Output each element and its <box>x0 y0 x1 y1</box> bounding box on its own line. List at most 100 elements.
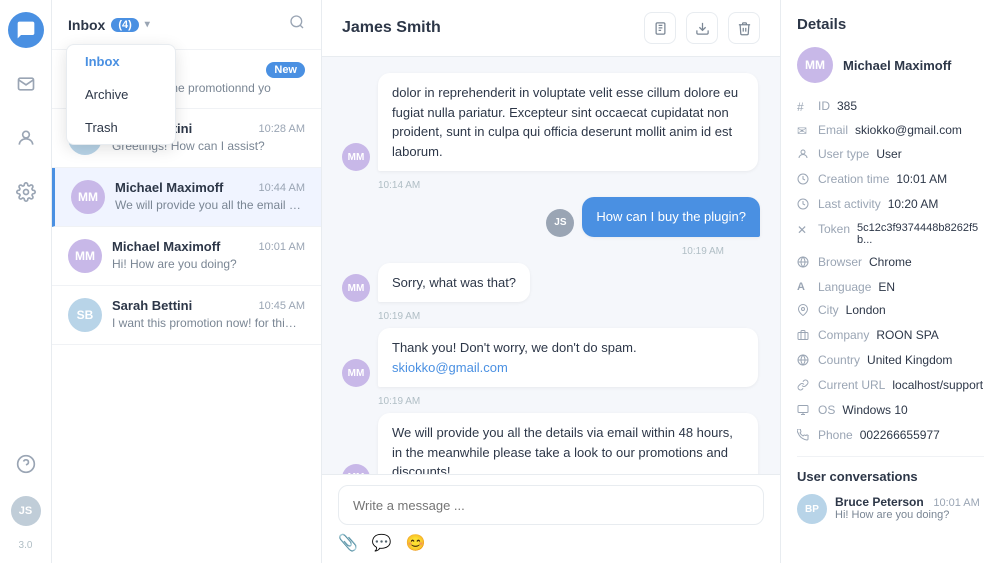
detail-label: Current URL <box>818 378 885 392</box>
message-row: MM Sorry, what was that? <box>342 263 760 303</box>
detail-label: OS <box>818 403 835 417</box>
nav-settings[interactable] <box>8 174 44 210</box>
detail-value: localhost/support <box>892 378 983 392</box>
detail-value: EN <box>878 280 895 294</box>
nav-bottom: JS 3.0 <box>8 446 44 551</box>
detail-label: Language <box>818 280 871 294</box>
detail-value: London <box>846 303 886 317</box>
detail-value: User <box>876 147 901 161</box>
email-link[interactable]: skiokko@gmail.com <box>392 360 508 375</box>
message-time: 10:14 AM <box>378 180 760 191</box>
conv-item-michael1[interactable]: MM Michael Maximoff 10:44 AM We will pro… <box>52 168 321 227</box>
id-icon: # <box>797 100 811 114</box>
message-bubble: How can I buy the plugin? <box>582 197 760 237</box>
nav-contacts[interactable] <box>8 120 44 156</box>
detail-value: 385 <box>837 99 857 113</box>
location-icon <box>797 304 811 319</box>
detail-row-url: Current URL localhost/support <box>797 378 984 394</box>
clock-icon <box>797 173 811 188</box>
conv-body: Sarah Bettini 10:45 AM I want this promo… <box>112 298 305 330</box>
detail-value: skiokko@gmail.com <box>855 123 962 137</box>
detail-label: Last activity <box>818 197 881 211</box>
detail-row-browser: Browser Chrome <box>797 255 984 271</box>
detail-label: Creation time <box>818 172 889 186</box>
user-type-icon <box>797 148 811 163</box>
dropdown-item-inbox[interactable]: Inbox <box>67 45 175 78</box>
message-avatar: MM <box>342 359 370 387</box>
detail-value: 10:20 AM <box>888 197 939 211</box>
conv-time: 10:28 AM <box>259 123 305 135</box>
details-title: Details <box>797 16 984 33</box>
detail-value: 10:01 AM <box>896 172 947 186</box>
detail-row-country: Country United Kingdom <box>797 353 984 369</box>
detail-label: Phone <box>818 428 853 442</box>
emoji-icon[interactable]: 😊 <box>406 533 426 553</box>
chat-title: James Smith <box>342 19 441 37</box>
nav-inbox[interactable] <box>8 66 44 102</box>
emoji-chat-icon[interactable]: 💬 <box>372 533 392 553</box>
version-label: 3.0 <box>19 540 33 551</box>
download-button[interactable] <box>686 12 718 44</box>
message-row: How can I buy the plugin? JS <box>342 197 760 237</box>
conv-body: Michael Maximoff 10:44 AM We will provid… <box>115 180 305 212</box>
user-avatar[interactable]: JS <box>11 496 41 526</box>
token-icon: ✕ <box>797 223 811 237</box>
chat-header: James Smith <box>322 0 780 57</box>
dropdown-item-archive[interactable]: Archive <box>67 78 175 111</box>
input-icons: 📎 💬 😊 <box>338 533 764 553</box>
message-input[interactable] <box>338 485 764 525</box>
phone-icon <box>797 429 811 444</box>
os-icon <box>797 404 811 419</box>
user-conv-item[interactable]: BP Bruce Peterson 10:01 AM Hi! How are y… <box>797 494 984 524</box>
attachment-icon[interactable]: 📎 <box>338 533 358 553</box>
detail-row-city: City London <box>797 303 984 319</box>
detail-row-language: A Language EN <box>797 280 984 294</box>
user-conv-avatar: BP <box>797 494 827 524</box>
detail-value: Windows 10 <box>842 403 907 417</box>
detail-row-token: ✕ Token 5c12c3f9374448b8262f5b... <box>797 222 984 246</box>
detail-label: Country <box>818 353 860 367</box>
detail-row-company: Company ROON SPA <box>797 328 984 344</box>
message-bubble: We will provide you all the details via … <box>378 413 758 474</box>
dropdown-item-trash[interactable]: Trash <box>67 111 175 144</box>
detail-row-creation: Creation time 10:01 AM <box>797 172 984 188</box>
avatar: SB <box>68 298 102 332</box>
user-conv-name: Bruce Peterson <box>835 495 924 509</box>
user-conv-time: 10:01 AM <box>933 497 979 509</box>
detail-row-email: ✉ Email skiokko@gmail.com <box>797 123 984 138</box>
conv-item-michael2[interactable]: MM Michael Maximoff 10:01 AM Hi! How are… <box>52 227 321 286</box>
message-time: 10:19 AM <box>342 246 724 257</box>
detail-label: ID <box>818 99 830 113</box>
nav-help[interactable] <box>8 446 44 482</box>
conv-name: Michael Maximoff <box>115 180 223 195</box>
email-icon: ✉ <box>797 124 811 138</box>
export-button[interactable] <box>644 12 676 44</box>
message-row: MM dolor in reprehenderit in voluptate v… <box>342 73 760 171</box>
chat-actions <box>644 12 760 44</box>
detail-row-phone: Phone 002266655977 <box>797 428 984 444</box>
search-button[interactable] <box>289 14 305 35</box>
conv-item-sarah2[interactable]: SB Sarah Bettini 10:45 AM I want this pr… <box>52 286 321 345</box>
detail-label: Company <box>818 328 869 342</box>
detail-profile: MM Michael Maximoff <box>797 47 984 83</box>
message-time: 10:19 AM <box>378 396 760 407</box>
detail-label: Token <box>818 222 850 236</box>
message-avatar: MM <box>342 274 370 302</box>
left-nav: JS 3.0 <box>0 0 52 563</box>
nav-chat[interactable] <box>8 12 44 48</box>
message-row: MM Thank you! Don't worry, we don't do s… <box>342 328 760 387</box>
activity-icon <box>797 198 811 213</box>
inbox-dropdown-toggle[interactable]: Inbox (4) ▾ <box>68 17 150 33</box>
message-avatar: MM <box>342 464 370 475</box>
message-bubble: Sorry, what was that? <box>378 263 530 303</box>
avatar: MM <box>68 239 102 273</box>
user-conversations-title: User conversations <box>797 469 984 484</box>
detail-row-usertype: User type User <box>797 147 984 163</box>
country-icon <box>797 354 811 369</box>
detail-user-name: Michael Maximoff <box>843 58 951 73</box>
detail-row-os: OS Windows 10 <box>797 403 984 419</box>
delete-button[interactable] <box>728 12 760 44</box>
message-time: 10:19 AM <box>378 311 760 322</box>
conv-preview: Hi! How are you doing? <box>112 257 302 271</box>
inbox-dropdown: Inbox Archive Trash <box>66 44 176 145</box>
